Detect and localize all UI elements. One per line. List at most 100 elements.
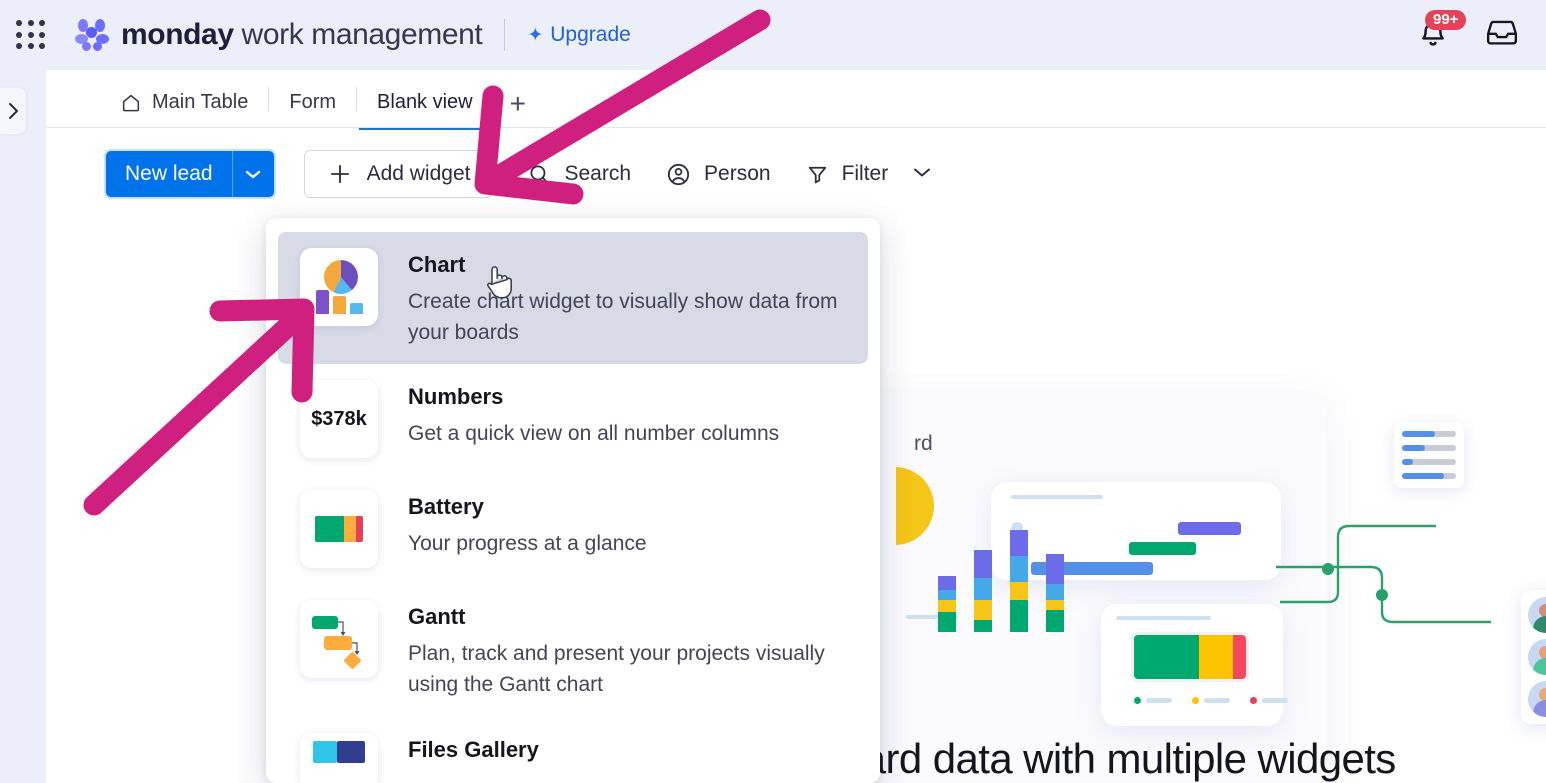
battery-segment-red bbox=[356, 516, 363, 543]
notifications-button[interactable]: 99+ bbox=[1416, 10, 1467, 52]
person-label: Person bbox=[704, 162, 771, 185]
illustration-gantt-bar bbox=[1129, 542, 1196, 555]
upgrade-label: Upgrade bbox=[550, 23, 631, 46]
add-widget-menu: Chart Create chart widget to visually sh… bbox=[266, 218, 880, 783]
illustration-ghost-line bbox=[1116, 616, 1211, 620]
chart-widget-icon bbox=[300, 248, 378, 326]
person-filter-button[interactable]: Person bbox=[665, 153, 771, 195]
sidebar-gap bbox=[30, 70, 46, 783]
search-label: Search bbox=[564, 162, 632, 185]
illustration-battery bbox=[1134, 635, 1246, 679]
avatar bbox=[1528, 597, 1546, 633]
top-header: monday work management ✦ Upgrade 99+ bbox=[0, 0, 1546, 70]
tab-label: Blank view bbox=[377, 91, 473, 113]
left-sidebar-rail bbox=[0, 70, 30, 783]
illustration-gantt-bar bbox=[1178, 522, 1241, 535]
illustration-avatar-stack bbox=[1521, 590, 1546, 724]
gantt-widget-icon bbox=[300, 600, 378, 679]
illustration-progress-row bbox=[1402, 473, 1456, 479]
battery-segment-green bbox=[315, 516, 344, 543]
view-tabs: Main Table Form Blank view + bbox=[46, 72, 1546, 130]
avatar bbox=[1528, 639, 1546, 675]
brand-name-light: work management bbox=[233, 18, 483, 51]
bar-glyph bbox=[333, 296, 346, 314]
widget-menu-item-numbers[interactable]: $378k Numbers Get a quick view on all nu… bbox=[278, 364, 868, 474]
filter-button[interactable]: Filter bbox=[805, 153, 935, 195]
widget-title: Chart bbox=[408, 252, 466, 277]
illustration-battery-legend bbox=[1134, 697, 1288, 704]
app-root: monday work management ✦ Upgrade 99+ Mai… bbox=[0, 0, 1546, 783]
brand-logo-area[interactable]: monday work management bbox=[72, 15, 483, 55]
illustration-progress-row bbox=[1402, 445, 1456, 451]
brand-name-bold: monday bbox=[121, 18, 234, 51]
funnel-icon bbox=[808, 166, 826, 183]
widget-menu-item-files-gallery[interactable]: Files Gallery bbox=[278, 717, 868, 783]
illustration-progress-row bbox=[1402, 431, 1456, 437]
chevron-down-icon bbox=[914, 168, 931, 177]
widget-menu-item-battery[interactable]: Battery Your progress at a glance bbox=[278, 474, 868, 584]
search-button[interactable]: Search bbox=[527, 153, 631, 195]
widget-description: Your progress at a glance bbox=[408, 532, 647, 556]
bar-glyph bbox=[350, 303, 363, 314]
home-icon bbox=[122, 94, 140, 111]
add-widget-button[interactable]: Add widget bbox=[303, 150, 494, 198]
tab-separator bbox=[356, 87, 358, 111]
pie-chart-glyph bbox=[324, 260, 358, 294]
sidebar-expand-button[interactable] bbox=[0, 88, 26, 134]
widget-menu-item-gantt[interactable]: Gantt Plan, track and present your proje… bbox=[278, 584, 868, 716]
files-gallery-widget-icon bbox=[300, 732, 378, 783]
add-widget-label: Add widget bbox=[366, 162, 471, 185]
page-title: monday work management bbox=[121, 18, 483, 52]
avatar bbox=[1528, 681, 1546, 717]
upgrade-button[interactable]: ✦ Upgrade bbox=[527, 23, 630, 47]
board-toolbar: New lead Add widget Search Person Filter bbox=[46, 128, 1546, 198]
inbox-button[interactable] bbox=[1484, 16, 1520, 55]
battery-widget-icon bbox=[300, 490, 378, 569]
illustration-card-label: rd bbox=[914, 432, 933, 455]
gallery-thumb-navy bbox=[337, 740, 365, 763]
notification-badge: 99+ bbox=[1425, 10, 1467, 30]
filter-chevron[interactable] bbox=[910, 162, 934, 186]
tab-main-table[interactable]: Main Table bbox=[102, 91, 266, 128]
chevron-right-icon bbox=[9, 103, 18, 119]
widget-description: Plan, track and present your projects vi… bbox=[408, 642, 825, 696]
sparkle-icon: ✦ bbox=[527, 24, 544, 46]
new-lead-button[interactable]: New lead bbox=[106, 151, 274, 197]
battery-segment-yellow bbox=[343, 516, 357, 543]
widget-menu-item-chart[interactable]: Chart Create chart widget to visually sh… bbox=[278, 232, 868, 365]
tab-blank-view[interactable]: Blank view bbox=[359, 91, 491, 130]
tab-separator bbox=[492, 87, 494, 111]
numbers-icon-text: $378k bbox=[311, 407, 367, 430]
filter-label: Filter bbox=[841, 162, 889, 185]
apps-grid-icon[interactable] bbox=[12, 16, 50, 54]
widget-title: Gantt bbox=[408, 604, 466, 630]
widget-description: Get a quick view on all number columns bbox=[408, 422, 780, 446]
illustration-progress-row bbox=[1402, 459, 1456, 465]
tabs-underline bbox=[46, 127, 1546, 128]
widget-title: Battery bbox=[408, 494, 484, 520]
illustration-progress-card bbox=[1394, 422, 1464, 488]
widget-title: Numbers bbox=[408, 384, 504, 410]
monday-logo-icon bbox=[72, 15, 112, 55]
new-lead-dropdown-button[interactable] bbox=[231, 151, 274, 197]
search-icon bbox=[530, 164, 550, 184]
tab-form[interactable]: Form bbox=[271, 91, 354, 128]
plus-icon bbox=[330, 164, 349, 184]
tab-label: Form bbox=[289, 91, 337, 113]
bar-glyph bbox=[316, 290, 329, 314]
tab-label: Main Table bbox=[152, 91, 249, 113]
inbox-icon bbox=[1486, 20, 1518, 45]
illustration-ghost-line bbox=[1011, 495, 1103, 499]
illustration-pie-chart bbox=[896, 467, 956, 545]
widget-description: Create chart widget to visually show dat… bbox=[408, 290, 838, 344]
gantt-arrows-icon bbox=[338, 621, 360, 656]
header-right-actions: 99+ bbox=[1416, 10, 1520, 55]
chevron-down-icon bbox=[245, 170, 261, 179]
new-lead-label: New lead bbox=[125, 162, 213, 185]
numbers-widget-icon: $378k bbox=[300, 380, 378, 459]
gallery-thumb-cyan bbox=[313, 740, 337, 763]
empty-state-heading: oard data with multiple widgets bbox=[840, 735, 1396, 782]
person-circle-icon bbox=[667, 163, 690, 185]
header-divider bbox=[504, 19, 506, 51]
add-view-button[interactable]: + bbox=[496, 90, 540, 128]
